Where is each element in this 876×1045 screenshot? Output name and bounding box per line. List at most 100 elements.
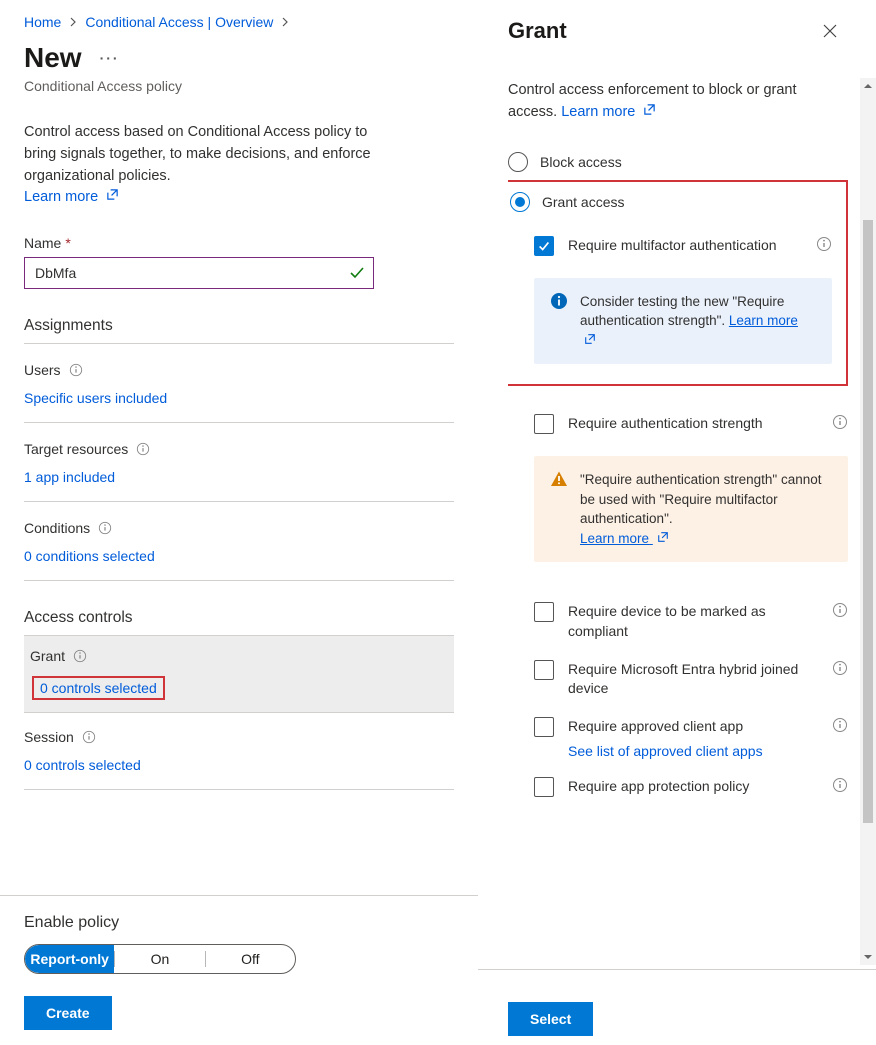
breadcrumb-home[interactable]: Home [24,14,61,30]
enable-policy-label: Enable policy [24,914,454,932]
checkbox-require-app-protection[interactable]: Require app protection policy [508,777,848,797]
create-button[interactable]: Create [24,996,112,1030]
info-icon[interactable] [832,602,848,618]
users-value[interactable]: Specific users included [24,390,167,406]
conditions-label: Conditions [24,520,90,536]
main-form-pane: Home Conditional Access | Overview New ·… [0,0,478,1045]
grant-intro: Control access enforcement to block or g… [508,80,818,124]
chevron-right-icon [281,17,289,27]
breadcrumb-overview[interactable]: Conditional Access | Overview [85,14,273,30]
users-label: Users [24,362,61,378]
info-icon[interactable] [98,521,112,535]
info-icon[interactable] [832,414,848,430]
radio-icon[interactable] [508,152,528,172]
radio-grant-access[interactable]: Grant access [508,192,832,212]
scroll-down-icon[interactable] [860,949,876,965]
name-input[interactable] [33,264,341,282]
toggle-off[interactable]: Off [206,951,295,967]
grant-panel-header: Grant [478,0,876,44]
warning-icon [550,470,568,488]
close-icon[interactable] [822,23,838,39]
require-approved-label: Require approved client app [568,717,818,737]
grant-panel: Grant Control access enforcement to bloc… [478,0,876,1045]
grant-label: Grant [30,648,65,664]
block-access-label: Block access [540,154,622,170]
page-subtitle: Conditional Access policy [24,78,454,94]
require-compliant-label: Require device to be marked as compliant [568,602,818,641]
select-button[interactable]: Select [508,1002,593,1036]
warn-callout-auth-strength: "Require authentication strength" cannot… [534,456,848,562]
item-conditions[interactable]: Conditions 0 conditions selected [24,504,454,581]
info-icon[interactable] [832,660,848,676]
warn-callout-learn-more[interactable]: Learn more [580,531,669,546]
more-actions-icon[interactable]: ··· [100,50,120,66]
external-link-icon [657,531,669,543]
chevron-right-icon [69,17,77,27]
intro-text: Control access based on Conditional Acce… [24,124,371,184]
require-auth-strength-label: Require authentication strength [568,414,818,434]
external-link-icon [106,188,119,201]
scrollbar[interactable] [860,78,876,965]
approved-apps-list-link[interactable]: See list of approved client apps [568,743,763,759]
checkbox-require-hybrid-joined[interactable]: Require Microsoft Entra hybrid joined de… [508,660,848,699]
toggle-on[interactable]: On [114,951,205,967]
targets-label: Target resources [24,441,128,457]
radio-icon[interactable] [510,192,530,212]
item-targets[interactable]: Target resources 1 app included [24,425,454,502]
scroll-up-icon[interactable] [860,78,876,94]
targets-value[interactable]: 1 app included [24,469,115,485]
external-link-icon [584,333,596,345]
grant-value[interactable]: 0 controls selected [32,676,165,700]
checkbox-icon[interactable] [534,717,554,737]
session-value[interactable]: 0 controls selected [24,757,141,773]
item-session[interactable]: Session 0 controls selected [24,713,454,790]
info-circle-icon [550,292,568,310]
enable-policy-toggle[interactable]: Report-only On Off [24,944,296,974]
checkbox-require-mfa[interactable]: Require multifactor authentication [508,236,832,256]
footer-bar: Enable policy Report-only On Off Create [0,895,478,1045]
item-users[interactable]: Users Specific users included [24,346,454,423]
checkmark-icon [349,265,365,281]
item-grant[interactable]: Grant 0 controls selected [24,636,454,713]
grant-scroll-area[interactable]: Control access enforcement to block or g… [508,80,876,969]
page-intro: Control access based on Conditional Acce… [24,122,374,209]
require-app-protection-label: Require app protection policy [568,777,818,797]
info-icon[interactable] [832,777,848,793]
section-access-controls: Access controls [24,609,454,636]
info-icon[interactable] [816,236,832,252]
section-assignments: Assignments [24,317,454,344]
require-mfa-label: Require multifactor authentication [568,236,802,256]
name-label: Name* [24,235,454,251]
radio-block-access[interactable]: Block access [508,152,848,172]
checkbox-icon[interactable] [534,777,554,797]
info-icon[interactable] [832,717,848,733]
name-input-wrap[interactable] [24,257,374,289]
checkbox-icon[interactable] [534,236,554,256]
checkbox-require-approved-app[interactable]: Require approved client app [508,717,848,737]
conditions-value[interactable]: 0 conditions selected [24,548,155,564]
info-icon[interactable] [82,730,96,744]
checkbox-icon[interactable] [534,660,554,680]
info-icon[interactable] [69,363,83,377]
grant-learn-more-link[interactable]: Learn more [561,104,656,120]
toggle-report-only[interactable]: Report-only [25,945,114,973]
checkbox-require-auth-strength[interactable]: Require authentication strength [508,414,848,434]
page-title: New [24,42,82,74]
grant-access-highlight: Grant access Require multifactor authent… [508,180,848,387]
grant-panel-footer: Select [478,969,876,1045]
scroll-thumb[interactable] [863,220,873,823]
checkbox-icon[interactable] [534,414,554,434]
checkbox-require-compliant-device[interactable]: Require device to be marked as compliant [508,602,848,641]
checkbox-icon[interactable] [534,602,554,622]
info-icon[interactable] [73,649,87,663]
require-hybrid-label: Require Microsoft Entra hybrid joined de… [568,660,818,699]
info-callout-auth-strength: Consider testing the new "Require authen… [534,278,832,365]
warn-callout-text: "Require authentication strength" cannot… [580,472,822,526]
grant-panel-title: Grant [508,18,567,44]
grant-access-label: Grant access [542,194,624,210]
info-icon[interactable] [136,442,150,456]
learn-more-link[interactable]: Learn more [24,189,119,205]
page-header: New ··· [24,42,454,74]
breadcrumb: Home Conditional Access | Overview [24,14,454,30]
external-link-icon [643,103,656,116]
